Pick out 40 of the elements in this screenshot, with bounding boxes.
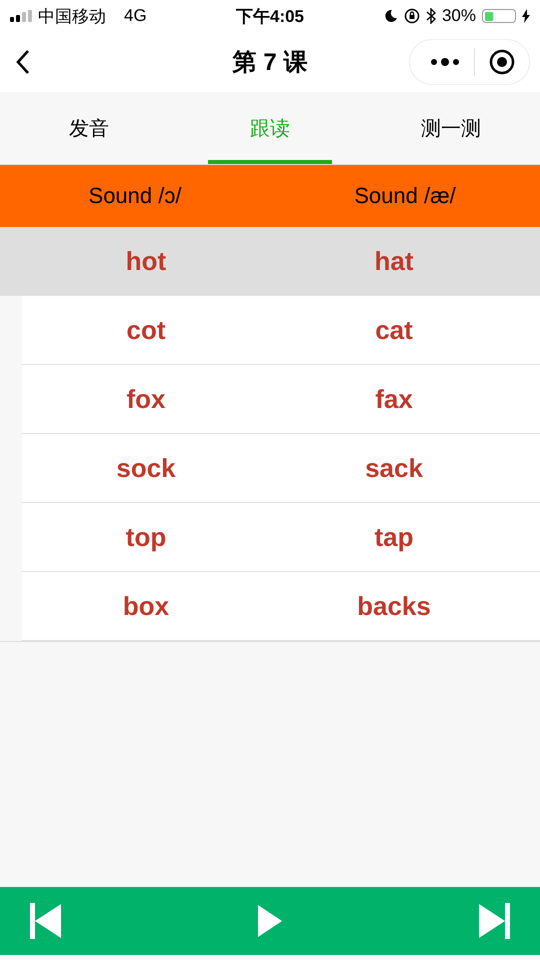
column-header: Sound /ɔ/	[88, 183, 182, 209]
carrier-name: 中国移动	[38, 6, 106, 28]
back-icon[interactable]	[16, 49, 30, 75]
word-row[interactable]: sock sack	[22, 434, 540, 503]
word-row[interactable]: box backs	[22, 572, 540, 641]
battery-percent: 30%	[442, 6, 476, 26]
page-title: 第 7 课	[232, 48, 308, 78]
word-cell-text: cat	[374, 314, 414, 346]
word-cell-text: tap	[374, 522, 414, 552]
tab[interactable]: 跟读	[208, 92, 332, 164]
word-cell-text: hat	[374, 246, 414, 276]
word-cell-text: top	[124, 522, 168, 552]
word-row[interactable]: cot cat	[22, 296, 540, 365]
close-icon[interactable]	[489, 49, 515, 75]
word-cell-text: sack	[364, 452, 424, 484]
word-cell-text: cot	[126, 314, 166, 346]
column-header: Sound /æ/	[353, 183, 457, 209]
word-row[interactable]: fox fax	[22, 365, 540, 434]
word-cell-text: backs	[356, 590, 432, 622]
status-time: 下午4:05	[236, 6, 304, 28]
word-row[interactable]: top tap	[22, 503, 540, 572]
word-cell-text: sock	[115, 452, 177, 484]
moon-icon	[384, 9, 398, 23]
previous-icon[interactable]	[30, 903, 62, 939]
network-type: 4G	[124, 6, 147, 26]
charging-icon	[522, 9, 530, 23]
battery-icon	[482, 9, 516, 23]
signal-icon	[10, 10, 32, 22]
word-cell-text: fax	[374, 384, 414, 414]
tab[interactable]: 发音	[0, 92, 178, 164]
next-icon[interactable]	[478, 903, 510, 939]
rotation-lock-icon	[404, 8, 420, 24]
tab[interactable]: 测一测	[362, 92, 540, 164]
word-cell-text: fox	[126, 384, 166, 414]
word-cell-text: hot	[124, 246, 168, 276]
word-cell-text: box	[122, 590, 170, 622]
play-icon[interactable]	[256, 903, 284, 939]
more-icon[interactable]	[430, 57, 460, 67]
bluetooth-icon	[426, 8, 436, 24]
word-row[interactable]: hot hat	[0, 227, 540, 296]
